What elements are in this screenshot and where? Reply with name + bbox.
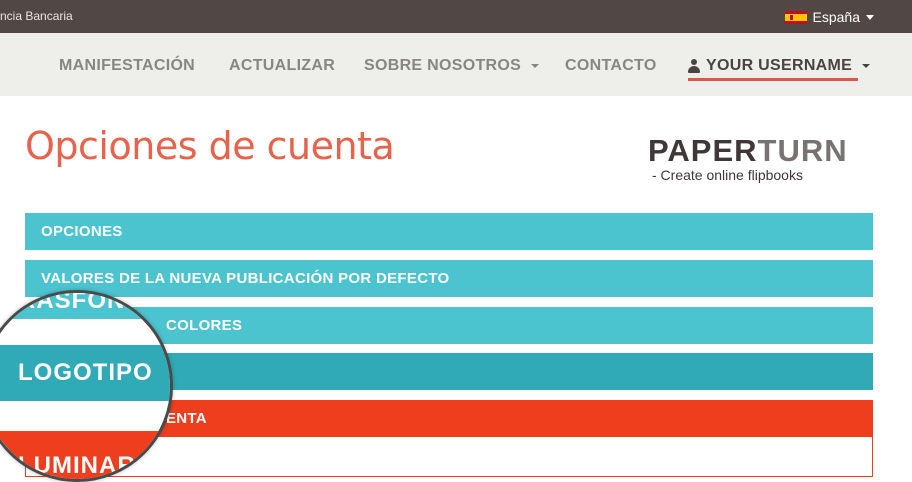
nav-sobre-nosotros[interactable]: SOBRE NOSOTROS <box>364 57 540 75</box>
accordion-valores-defecto[interactable]: VALORES DE LA NUEVA PUBLICACIÓN POR DEFE… <box>25 260 873 297</box>
logo-part-turn: TURN <box>757 133 848 168</box>
top-bar-text: ncia Bancaria <box>0 9 73 23</box>
user-icon <box>688 59 700 73</box>
caret-down-icon <box>531 64 540 68</box>
spain-flag-icon <box>784 10 807 24</box>
nav-label: ACTUALIZAR <box>229 57 336 74</box>
accordion-label: VALORES DE LA NUEVA PUBLICACIÓN POR DEFE… <box>41 270 450 287</box>
user-menu[interactable]: YOUR USERNAME <box>688 57 871 75</box>
nav-actualizar[interactable]: ACTUALIZAR <box>229 57 335 75</box>
magnified-logotipo-label: LOGOTIPO <box>0 345 170 401</box>
language-selector[interactable]: España <box>784 7 874 27</box>
nav-manifestacion[interactable]: MANIFESTACIÓN <box>59 57 195 75</box>
caret-down-icon <box>866 14 874 20</box>
nav-label: CONTACTO <box>565 57 657 74</box>
main-navbar: MANIFESTACIÓN ACTUALIZAR SOBRE NOSOTROS … <box>0 33 912 96</box>
username-label: YOUR USERNAME <box>706 57 853 74</box>
accordion-label: ENTA <box>166 410 207 427</box>
top-bar: ncia Bancaria España <box>0 0 912 33</box>
caret-down-icon <box>862 64 871 68</box>
magnifier-lens: RASFON LOGOTIPO LUMINAR <box>0 290 173 482</box>
page-title: Opciones de cuenta <box>25 124 395 168</box>
nav-label: SOBRE NOSOTROS <box>364 57 522 74</box>
nav-contacto[interactable]: CONTACTO <box>565 57 657 75</box>
language-label: España <box>812 9 860 25</box>
accordion-opciones[interactable]: OPCIONES <box>25 213 873 250</box>
magnified-top-label: RASFON <box>0 293 170 319</box>
magnified-bottom-label: LUMINAR <box>0 431 170 479</box>
paperturn-logo: PAPERTURN - Create online flipbooks <box>648 133 863 185</box>
active-underline <box>688 78 858 81</box>
accordion-label: COLORES <box>166 317 243 334</box>
logo-part-paper: PAPER <box>648 133 758 168</box>
nav-label: MANIFESTACIÓN <box>59 57 196 74</box>
accordion-label: OPCIONES <box>41 223 123 240</box>
logo-tagline: - Create online flipbooks <box>652 167 803 183</box>
